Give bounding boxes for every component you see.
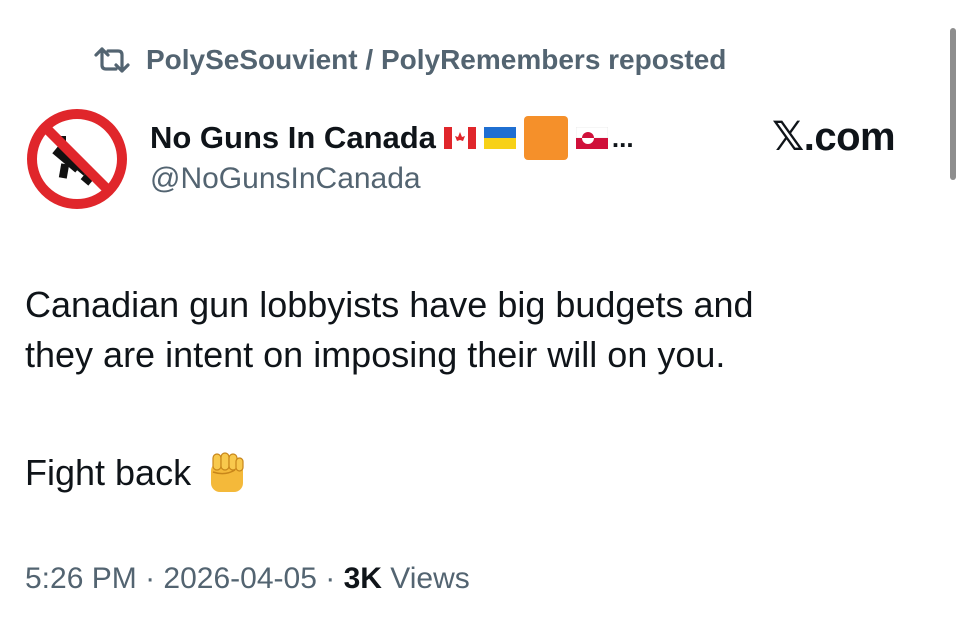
orange-square-icon (523, 116, 568, 160)
post-line-2: they are intent on imposing their will o… (25, 334, 726, 375)
post-time[interactable]: 5:26 PM (25, 562, 137, 595)
flag-greenland-icon (575, 127, 608, 149)
raised-fist-icon (211, 452, 244, 492)
post-line-1: Canadian gun lobbyists have big budgets … (25, 284, 754, 325)
meta-separator: · (145, 562, 156, 595)
post-meta: 5:26 PM · 2026-04-05 · 3K Views (25, 562, 470, 596)
author-handle[interactable]: @NoGunsInCanada (150, 162, 421, 196)
flag-ukraine-icon (483, 127, 516, 149)
post-body: Canadian gun lobbyists have big budgets … (25, 280, 925, 380)
repost-label: PolySeSouvient / PolyRemembers reposted (146, 44, 727, 75)
post-line-3-row: Fight back (25, 448, 249, 498)
post-date[interactable]: 2026-04-05 (163, 562, 316, 595)
repost-icon (94, 47, 130, 73)
meta-separator: · (325, 562, 336, 595)
name-ellipsis: ... (611, 122, 634, 153)
scrollbar[interactable] (950, 28, 956, 180)
post-line-3: Fight back (25, 452, 192, 493)
source-label: 𝕏.com (772, 115, 896, 159)
no-guns-icon[interactable] (22, 104, 132, 214)
author-name: No Guns In Canada (150, 120, 436, 155)
views-label: Views (390, 562, 470, 595)
flag-canada-icon (443, 127, 476, 149)
views-count[interactable]: 3K (344, 562, 382, 595)
repost-context[interactable]: PolySeSouvient / PolyRemembers reposted (92, 44, 726, 76)
author-name-row[interactable]: No Guns In Canada ... (150, 116, 634, 160)
